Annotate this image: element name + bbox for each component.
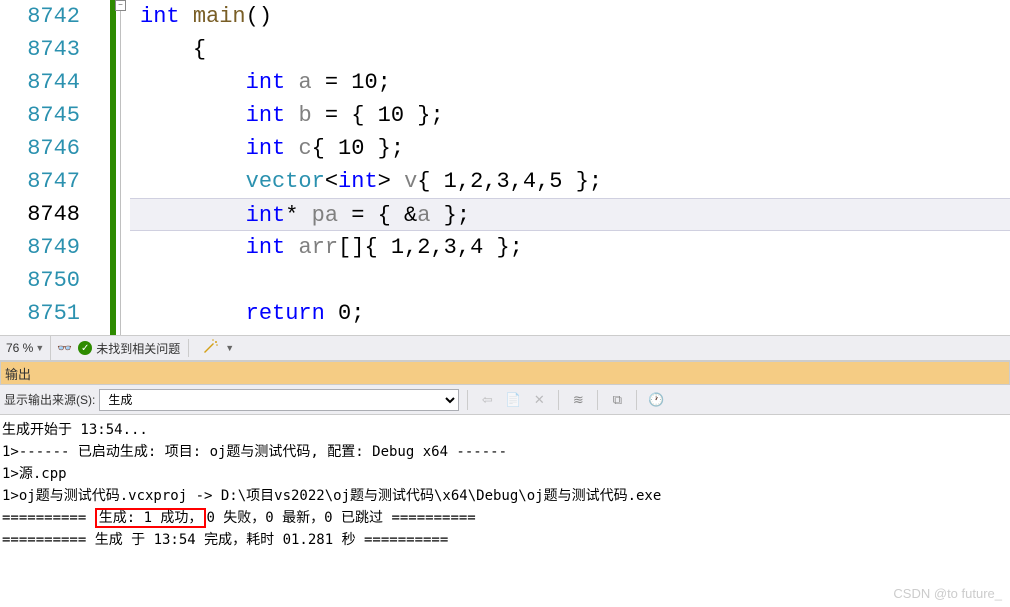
code-line[interactable]: return 0; [130,297,1010,330]
no-issues-label: 未找到相关问题 [96,340,180,357]
chevron-down-icon: ▼ [225,343,234,353]
fold-guide [120,0,121,335]
output-result-line: ========== 生成: 1 成功，0 失败，0 最新，0 已跳过 ====… [2,507,1008,529]
output-line: 生成开始于 13:54... [2,419,1008,441]
editor-status-bar: 76 % ▼ 👓 ✓ 未找到相关问题 ▼ [0,335,1010,361]
output-panel-title: 输出 [5,364,31,383]
code-line[interactable]: int* pa = { &a }; [130,198,1010,231]
chevron-down-icon: ▼ [35,343,44,353]
line-number: 8748 [0,198,80,231]
code-line[interactable]: vector<int> v{ 1,2,3,4,5 }; [130,165,1010,198]
output-text[interactable]: 生成开始于 13:54...1>------ 已启动生成: 项目: oj题与测试… [0,415,1010,555]
code-line[interactable]: int main() [130,0,1010,33]
code-line[interactable]: int b = { 10 }; [130,99,1010,132]
code-line[interactable]: int c{ 10 }; [130,132,1010,165]
watermark: CSDN @to future_ [893,586,1002,601]
line-number: 8746 [0,132,80,165]
output-source-select[interactable]: 生成 [99,389,459,411]
code-content[interactable]: int main() { int a = 10; int b = { 10 };… [130,0,1010,335]
separator [188,339,189,357]
separator [467,390,468,410]
code-line[interactable]: int arr[]{ 1,2,3,4 }; [130,231,1010,264]
line-number: 8744 [0,66,80,99]
separator [558,390,559,410]
goto-prev-icon: ⇦ [476,389,498,411]
fold-toggle-icon[interactable]: − [115,0,126,11]
clock-icon[interactable]: 🕐 [645,389,667,411]
line-number: 8751 [0,297,80,330]
output-line: 1>源.cpp [2,463,1008,485]
glasses-icon[interactable]: 👓 [57,341,72,355]
change-indicator [110,0,116,335]
line-number: 8750 [0,264,80,297]
output-panel-tab[interactable]: 输出 [0,361,1010,385]
link-icon[interactable]: ⧉ [606,389,628,411]
zoom-level[interactable]: 76 % ▼ [0,336,51,360]
code-line[interactable] [130,264,1010,297]
goto-next-icon: 📄 [502,389,524,411]
code-line[interactable]: { [130,33,1010,66]
separator [597,390,598,410]
line-number: 8747 [0,165,80,198]
separator [636,390,637,410]
line-number-gutter: 8742874387448745874687478748874987508751 [0,0,110,335]
output-line: 1>------ 已启动生成: 项目: oj题与测试代码, 配置: Debug … [2,441,1008,463]
build-success-highlight: 生成: 1 成功， [95,508,207,528]
line-number: 8749 [0,231,80,264]
code-line[interactable]: int a = 10; [130,66,1010,99]
output-toolbar: 显示输出来源(S): 生成 ⇦ 📄 ✕ ≋ ⧉ 🕐 [0,385,1010,415]
output-line: 1>oj题与测试代码.vcxproj -> D:\项目vs2022\oj题与测试… [2,485,1008,507]
code-editor[interactable]: 8742874387448745874687478748874987508751… [0,0,1010,335]
output-timing-line: ========== 生成 于 13:54 完成，耗时 01.281 秒 ===… [2,529,1008,551]
wand-icon[interactable] [203,339,219,358]
clear-icon: ✕ [528,389,550,411]
code-margin: − [110,0,130,335]
line-number: 8742 [0,0,80,33]
line-number: 8743 [0,33,80,66]
check-circle-icon: ✓ [78,341,92,355]
word-wrap-icon[interactable]: ≋ [567,389,589,411]
zoom-value: 76 % [6,341,33,355]
line-number: 8745 [0,99,80,132]
output-source-label: 显示输出来源(S): [4,391,95,408]
